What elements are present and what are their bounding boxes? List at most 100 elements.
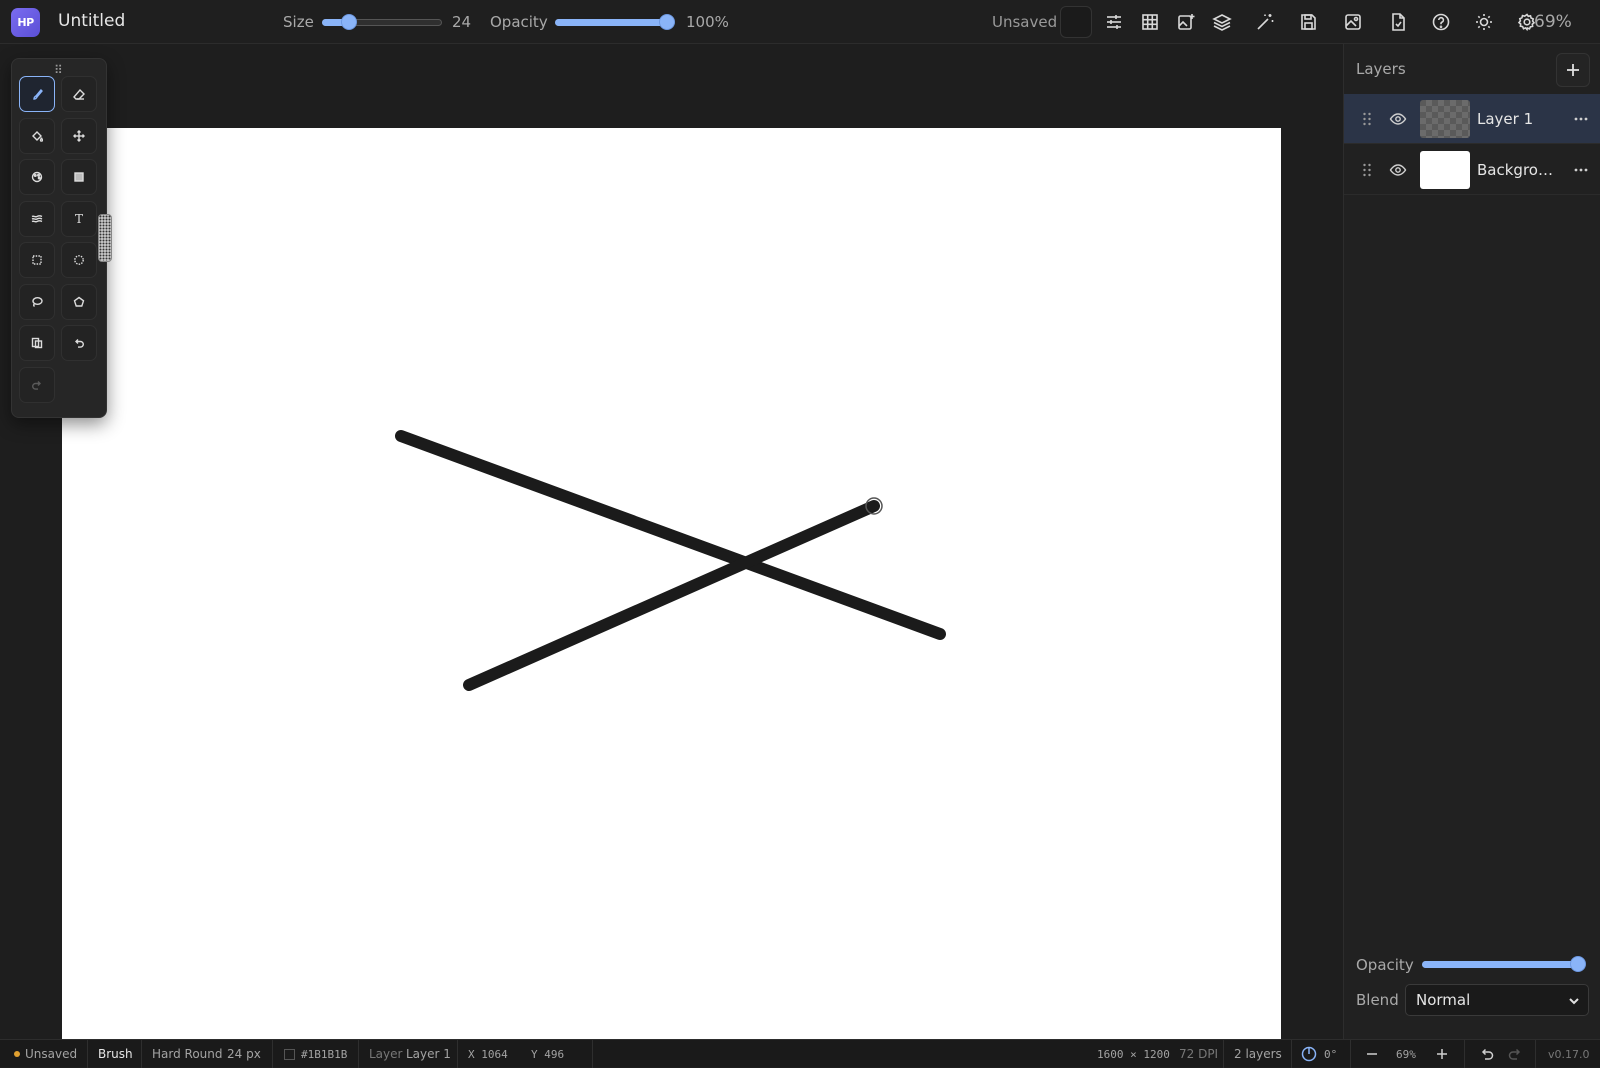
drawing-canvas[interactable]	[62, 128, 1281, 1043]
layer-opacity-thumb[interactable]	[1570, 956, 1586, 972]
export-image-icon[interactable]	[1337, 6, 1369, 38]
status-color-swatch[interactable]	[284, 1049, 295, 1060]
add-layer-button[interactable]	[1556, 53, 1590, 87]
layer-row-layer-1[interactable]: Layer 1	[1344, 94, 1600, 144]
redo-icon	[32, 380, 41, 390]
cursor-y: Y 496	[531, 1048, 565, 1061]
brush-stroke	[395, 430, 946, 640]
brush-size: 24 px	[227, 1047, 261, 1061]
color-picker-tool[interactable]	[19, 159, 55, 195]
app-version: v0.17.0	[1548, 1048, 1590, 1061]
blend-label: Blend	[1356, 991, 1399, 1009]
layer-opacity-slider[interactable]	[1422, 956, 1586, 972]
zoom-level[interactable]: 69%	[1534, 12, 1572, 32]
polygon-select-tool[interactable]	[61, 283, 97, 320]
smudge-tool[interactable]	[19, 200, 55, 237]
image-add-icon[interactable]	[1170, 6, 1202, 38]
eraser-tool[interactable]	[61, 76, 97, 112]
chevron-down-icon	[1569, 998, 1579, 1005]
status-color-hex: #1B1B1B	[301, 1048, 348, 1061]
current-tool: Brush	[98, 1047, 133, 1061]
more-options-icon[interactable]	[1572, 110, 1590, 128]
layer-count: 2 layers	[1234, 1047, 1282, 1061]
more-options-icon[interactable]	[1572, 161, 1590, 179]
zoom-in-icon[interactable]	[1434, 1046, 1450, 1062]
help-icon[interactable]	[1425, 6, 1457, 38]
size-value: 24	[452, 13, 472, 31]
redo-icon[interactable]	[1507, 1046, 1523, 1062]
size-slider-thumb[interactable]	[340, 14, 357, 30]
lasso-icon	[32, 296, 43, 307]
fill-bucket-tool[interactable]	[19, 117, 55, 154]
undo-icon	[75, 339, 84, 348]
layer-thumbnail	[1420, 150, 1470, 189]
save-status-indicator: Unsaved	[14, 1047, 77, 1061]
canvas-strokes	[395, 430, 946, 691]
layer-opacity-label: Opacity	[1356, 956, 1414, 974]
ellipse-select-icon	[74, 255, 84, 265]
copy-tool[interactable]	[19, 325, 55, 361]
layer-name[interactable]: Background	[1477, 161, 1559, 179]
layer-name[interactable]: Layer 1	[1477, 110, 1559, 128]
rect-select-icon	[32, 255, 42, 265]
tool-panel: ⠿ T	[11, 58, 107, 418]
rect-select-tool[interactable]	[19, 242, 55, 278]
grid-icon[interactable]	[1134, 6, 1166, 38]
undo-tool[interactable]	[61, 325, 97, 361]
layer-thumbnail	[1420, 99, 1470, 138]
drag-handle-icon[interactable]	[1362, 162, 1372, 178]
brush-icon	[33, 88, 43, 100]
polygon-select-icon	[73, 296, 85, 307]
layer-label: Layer	[369, 1047, 403, 1061]
layer-row-background[interactable]: Background	[1344, 145, 1600, 195]
theme-sun-icon[interactable]	[1468, 6, 1500, 38]
save-icon[interactable]	[1292, 6, 1324, 38]
rotation-value: 0°	[1324, 1048, 1338, 1061]
adjustments-icon[interactable]	[1098, 6, 1130, 38]
canvas-dpi: 72 DPI	[1179, 1047, 1219, 1061]
layers-panel-title: Layers	[1356, 60, 1406, 78]
top-toolbar: HP Untitled Size 24 Opacity 100% Unsaved	[0, 0, 1600, 44]
app-logo[interactable]: HP	[11, 8, 40, 37]
zoom-out-icon[interactable]	[1364, 1046, 1380, 1062]
cursor-x: X 1064	[468, 1048, 508, 1061]
lasso-tool[interactable]	[19, 283, 55, 320]
export-file-icon[interactable]	[1382, 6, 1414, 38]
gradient-icon	[74, 172, 84, 182]
save-status: Unsaved	[992, 13, 1058, 31]
drag-handle-icon[interactable]	[1362, 111, 1372, 127]
blend-mode-select[interactable]: Normal	[1405, 984, 1589, 1016]
status-zoom: 69%	[1396, 1048, 1416, 1061]
redo-tool[interactable]	[19, 366, 55, 403]
opacity-slider-thumb[interactable]	[659, 14, 675, 30]
rotation-dial-icon[interactable]	[1301, 1046, 1317, 1062]
size-label: Size	[283, 13, 314, 31]
panel-resize-handle[interactable]	[98, 214, 112, 262]
plus-icon	[1567, 64, 1579, 76]
opacity-value: 100%	[686, 13, 729, 31]
brush-tool[interactable]	[19, 76, 55, 112]
copy-icon	[31, 337, 43, 349]
text-tool[interactable]: T	[61, 200, 97, 237]
opacity-label: Opacity	[490, 13, 548, 31]
move-icon	[73, 129, 85, 142]
magic-wand-icon[interactable]	[1249, 6, 1281, 38]
fill-bucket-icon	[32, 130, 43, 142]
drag-handle-icon[interactable]: ⠿	[54, 63, 63, 77]
color-swatch[interactable]	[1060, 6, 1092, 38]
move-tool[interactable]	[61, 117, 97, 154]
visibility-eye-icon[interactable]	[1389, 110, 1407, 128]
layers-panel: Layers Layer 1 Background Opacity Blend …	[1343, 44, 1600, 1039]
size-slider[interactable]	[322, 14, 442, 30]
status-bar: Unsaved Brush Hard Round 24 px #1B1B1B L…	[0, 1039, 1600, 1068]
smudge-icon	[31, 214, 43, 222]
brush-preset[interactable]: Hard Round	[152, 1047, 223, 1061]
gradient-tool[interactable]	[61, 159, 97, 195]
document-title[interactable]: Untitled	[58, 11, 125, 31]
ellipse-select-tool[interactable]	[61, 242, 97, 278]
visibility-eye-icon[interactable]	[1389, 161, 1407, 179]
undo-icon[interactable]	[1479, 1046, 1495, 1062]
layers-icon[interactable]	[1206, 6, 1238, 38]
opacity-slider[interactable]	[555, 14, 675, 30]
workspace	[0, 44, 1343, 1043]
